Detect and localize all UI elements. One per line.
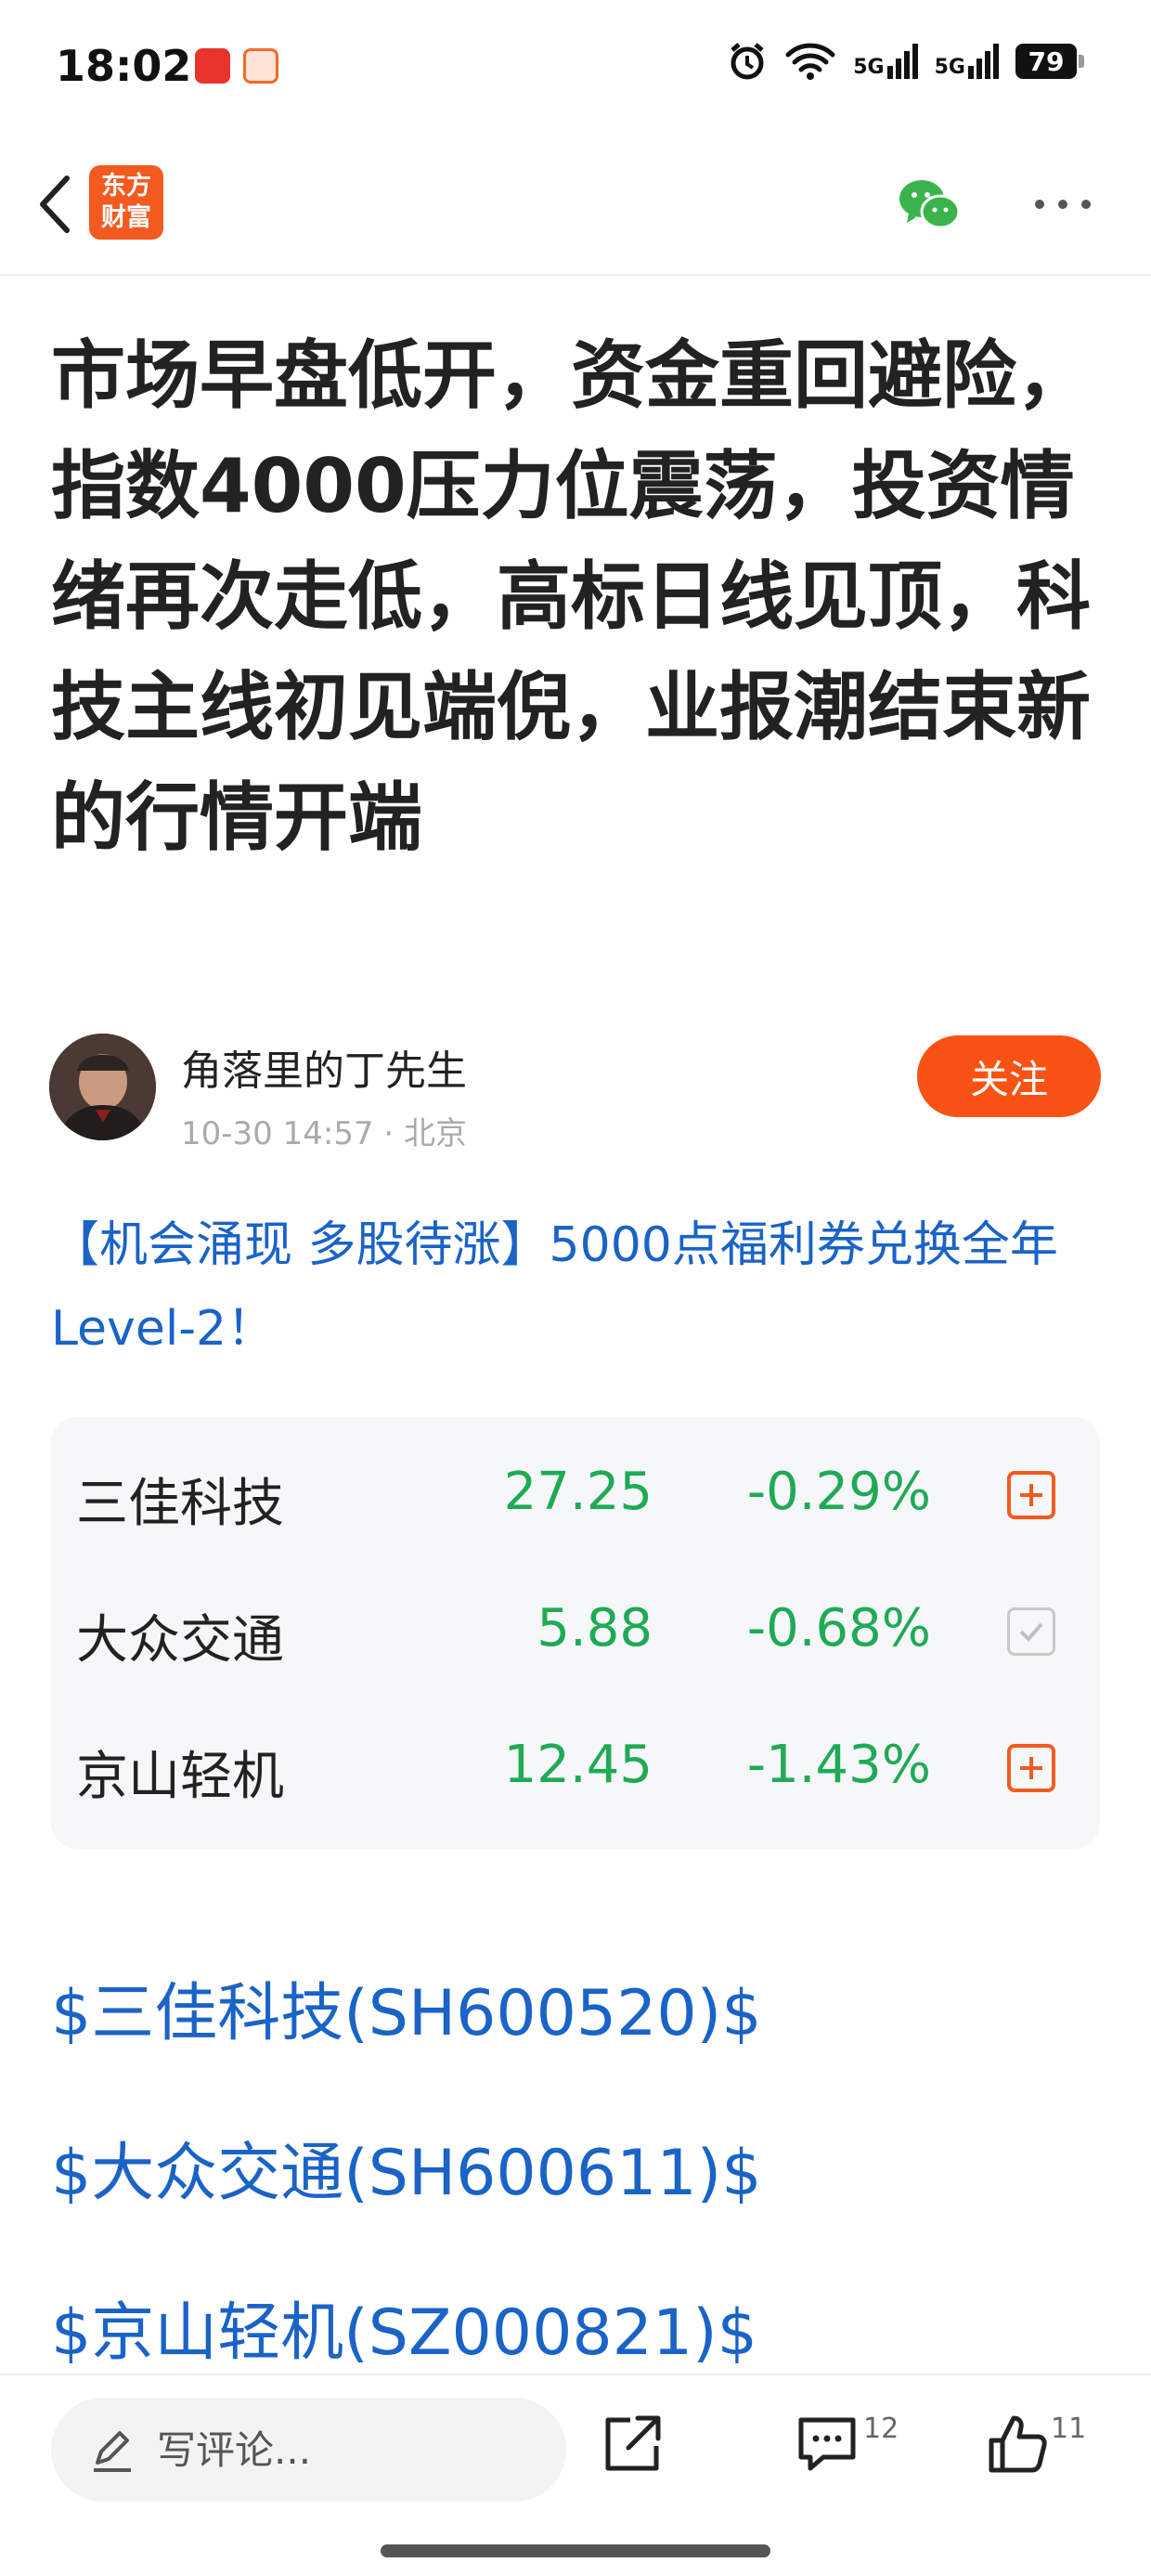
stock-price: 12.45	[503, 1735, 653, 1795]
pen-icon	[94, 2431, 131, 2472]
post-meta: 10-30 14:57 · 北京	[181, 1115, 468, 1152]
wifi-icon	[785, 43, 835, 80]
article-title: 市场早盘低开，资金重回避险，指数4000压力位震荡，投资情绪再次走低，高标日线见…	[51, 332, 1091, 861]
stock-name: 大众交通	[76, 1610, 284, 1671]
stock-row[interactable]: 大众交通 5.88 -0.68%	[51, 1561, 1100, 1698]
cellular-signal-icon: 5G	[935, 44, 999, 79]
stock-change: -0.68%	[746, 1598, 931, 1659]
home-indicator[interactable]	[381, 2544, 770, 2557]
wechat-share-icon[interactable]	[896, 175, 963, 234]
comment-count: 12	[863, 2413, 899, 2445]
back-icon[interactable]	[28, 167, 84, 241]
comment-box[interactable]	[51, 2398, 566, 2502]
add-watchlist-icon[interactable]	[1007, 1744, 1055, 1792]
battery-icon: 79	[1015, 44, 1084, 79]
comment-input[interactable]	[155, 2418, 530, 2481]
stock-row[interactable]: 三佳科技 27.25 -0.29%	[51, 1425, 1100, 1561]
avatar[interactable]	[49, 1034, 156, 1140]
app-notification-icon	[195, 48, 230, 84]
cellular-signal-icon: 5G	[853, 44, 918, 79]
more-options-icon[interactable]	[1030, 195, 1095, 214]
stock-tag-link[interactable]: $京山轻机(SZ000821)$	[51, 2281, 757, 2373]
like-count: 11	[1051, 2413, 1087, 2445]
share-icon[interactable]	[599, 2411, 666, 2478]
stock-list-card: 三佳科技 27.25 -0.29% 大众交通 5.88 -0.68% 京山轻机 …	[51, 1417, 1100, 1849]
author-name[interactable]: 角落里的丁先生	[181, 1037, 467, 1097]
brand-logo[interactable]: 东方 财富	[89, 165, 163, 240]
status-icons: 5G 5G 79	[727, 41, 1084, 82]
add-watchlist-icon[interactable]	[1007, 1471, 1055, 1519]
stock-row[interactable]: 京山轻机 12.45 -1.43%	[51, 1698, 1100, 1834]
stock-change: -1.43%	[746, 1735, 931, 1795]
stock-price: 27.25	[503, 1462, 653, 1522]
stock-tag-link[interactable]: $三佳科技(SH600520)$	[51, 1961, 761, 2053]
app-notification-icon	[243, 48, 278, 84]
alarm-icon	[731, 43, 764, 80]
promo-link[interactable]: 【机会涌现 多股待涨】5000点福利券兑换全年Level-2！	[51, 1203, 1100, 1371]
in-watchlist-check-icon[interactable]	[1007, 1607, 1055, 1656]
stock-change: -0.29%	[746, 1462, 931, 1522]
like-icon[interactable]	[986, 2411, 1053, 2478]
stock-name: 三佳科技	[76, 1474, 284, 1534]
stock-name: 京山轻机	[76, 1747, 284, 1807]
comment-icon[interactable]	[794, 2411, 860, 2478]
avatar-image	[49, 1034, 156, 1140]
follow-button[interactable]: 关注	[917, 1035, 1101, 1117]
stock-price: 5.88	[537, 1598, 653, 1659]
status-time: 18:02	[56, 41, 192, 91]
stock-tag-link[interactable]: $大众交通(SH600611)$	[51, 2121, 761, 2213]
top-nav-bar: 东方 财富	[0, 139, 1151, 276]
status-bar: 18:02 5G 5G 79	[0, 0, 1151, 139]
